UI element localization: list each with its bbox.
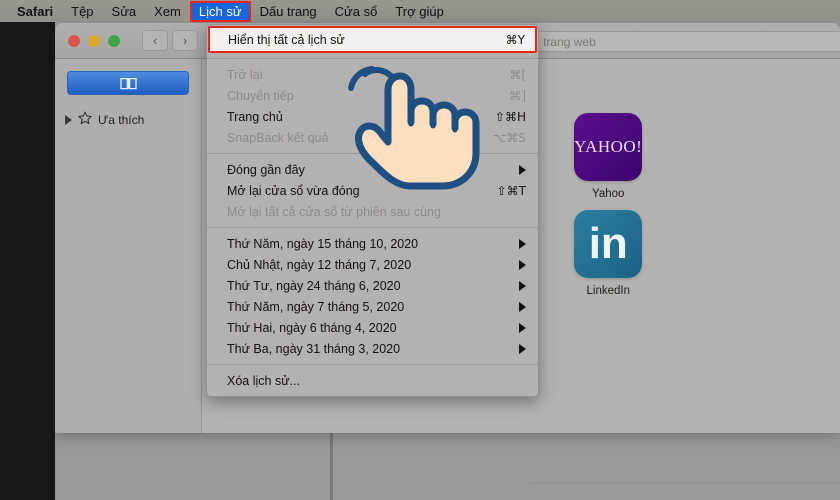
- chevron-right-icon: [65, 115, 72, 125]
- menu-separator: [207, 58, 538, 59]
- submenu-arrow-icon: [519, 323, 526, 333]
- menu-separator: [207, 227, 538, 228]
- menu-separator: [207, 364, 538, 365]
- back-arrow-icon[interactable]: ‹: [142, 30, 168, 51]
- menu-item-reopen-last-window[interactable]: Mở lại cửa sổ vừa đóng ⇧⌘T: [207, 180, 538, 201]
- menu-item-label: Đóng gần đây: [227, 163, 519, 177]
- menu-item-recently-closed[interactable]: Đóng gần đây: [207, 159, 538, 180]
- menu-item-shortcut: ⌘Y: [506, 33, 525, 47]
- menu-item-history-date-6[interactable]: Thứ Ba, ngày 31 tháng 3, 2020: [207, 338, 538, 359]
- menu-item-clear-history[interactable]: Xóa lịch sử...: [207, 370, 538, 391]
- linkedin-logo: in: [574, 210, 642, 278]
- menu-item-shortcut: ⇧⌘T: [497, 184, 526, 198]
- navigation-buttons: ‹ ›: [142, 30, 198, 51]
- menu-item-label: Chuyển tiếp: [227, 89, 509, 103]
- linkedin-wordmark: in: [589, 222, 628, 266]
- menubar-item-view[interactable]: Xem: [145, 2, 190, 21]
- menu-item-history-date-4[interactable]: Thứ Năm, ngày 7 tháng 5, 2020: [207, 296, 538, 317]
- favorite-item-linkedin[interactable]: in LinkedIn: [533, 210, 684, 297]
- history-dropdown-menu: Hiển thị tất cả lịch sử ⌘Y Trở lại ⌘[ Ch…: [206, 24, 539, 397]
- menubar-item-window[interactable]: Cửa sổ: [326, 2, 387, 21]
- sidebar-item-label: Ưa thích: [98, 113, 144, 127]
- minimize-button-icon[interactable]: [88, 35, 100, 47]
- safari-sidebar: Ưa thích: [55, 59, 202, 433]
- menu-item-forward[interactable]: Chuyển tiếp ⌘]: [207, 85, 538, 106]
- menubar-item-help[interactable]: Trợ giúp: [386, 2, 453, 21]
- menu-item-history-date-5[interactable]: Thứ Hai, ngày 6 tháng 4, 2020: [207, 317, 538, 338]
- menu-item-label: Trang chủ: [227, 110, 495, 124]
- zoom-button-icon[interactable]: [108, 35, 120, 47]
- menu-item-label: Chủ Nhật, ngày 12 tháng 7, 2020: [227, 258, 519, 272]
- desktop-left-dark-panel: [0, 22, 55, 500]
- menu-item-label: SnapBack kết quả: [227, 131, 493, 145]
- menu-item-label: Thứ Năm, ngày 15 tháng 10, 2020: [227, 237, 519, 251]
- submenu-arrow-icon: [519, 165, 526, 175]
- favorite-item-blank-1: [690, 113, 840, 200]
- screen-root: Safari Tệp Sửa Xem Lịch sử Dấu trang Cửa…: [0, 0, 840, 500]
- menu-item-home[interactable]: Trang chủ ⇧⌘H: [207, 106, 538, 127]
- forward-arrow-icon[interactable]: ›: [172, 30, 198, 51]
- submenu-arrow-icon: [519, 260, 526, 270]
- menu-item-shortcut: ⌘[: [509, 68, 526, 82]
- favorite-item-yahoo[interactable]: YAHOO! Yahoo: [533, 113, 684, 200]
- menu-item-label: Thứ Ba, ngày 31 tháng 3, 2020: [227, 342, 519, 356]
- menubar-item-bookmarks[interactable]: Dấu trang: [251, 2, 326, 21]
- submenu-arrow-icon: [519, 239, 526, 249]
- menu-item-label: Xóa lịch sử...: [227, 374, 526, 388]
- submenu-arrow-icon: [519, 344, 526, 354]
- menubar-item-file[interactable]: Tệp: [62, 2, 102, 21]
- menu-item-label: Trở lại: [227, 68, 509, 82]
- menu-item-shortcut: ⇧⌘H: [495, 110, 526, 124]
- menu-item-history-date-2[interactable]: Chủ Nhật, ngày 12 tháng 7, 2020: [207, 254, 538, 275]
- menubar-item-edit[interactable]: Sửa: [103, 2, 146, 21]
- menu-item-shortcut: ⌘]: [509, 89, 526, 103]
- book-icon[interactable]: [67, 71, 189, 95]
- desktop-horizon-line: [530, 482, 840, 484]
- menu-item-history-date-3[interactable]: Thứ Tư, ngày 24 tháng 6, 2020: [207, 275, 538, 296]
- window-traffic-lights: [68, 35, 120, 47]
- menu-item-history-date-1[interactable]: Thứ Năm, ngày 15 tháng 10, 2020: [207, 233, 538, 254]
- macos-menu-bar: Safari Tệp Sửa Xem Lịch sử Dấu trang Cửa…: [0, 0, 840, 22]
- menu-item-show-all-history[interactable]: Hiển thị tất cả lịch sử ⌘Y: [208, 26, 537, 53]
- menu-item-label: Thứ Năm, ngày 7 tháng 5, 2020: [227, 300, 519, 314]
- favorite-label: LinkedIn: [587, 285, 630, 297]
- menu-item-shortcut: ⌥⌘S: [493, 131, 526, 145]
- menu-item-back[interactable]: Trở lại ⌘[: [207, 64, 538, 85]
- desktop-seam: [330, 430, 333, 500]
- submenu-arrow-icon: [519, 302, 526, 312]
- menu-item-label: Thứ Tư, ngày 24 tháng 6, 2020: [227, 279, 519, 293]
- menu-item-label: Mở lại tất cả cửa sổ từ phiên sau cùng: [227, 205, 526, 219]
- menubar-item-safari[interactable]: Safari: [8, 2, 62, 21]
- yahoo-wordmark: YAHOO!: [574, 137, 642, 157]
- star-icon: [78, 111, 92, 128]
- menu-item-reopen-all-windows[interactable]: Mở lại tất cả cửa sổ từ phiên sau cùng: [207, 201, 538, 222]
- favorite-item-blank-2: [690, 210, 840, 297]
- menubar-item-history[interactable]: Lịch sử: [190, 1, 251, 22]
- menu-item-snapback[interactable]: SnapBack kết quả ⌥⌘S: [207, 127, 538, 148]
- menu-item-label: Hiển thị tất cả lịch sử: [228, 33, 506, 47]
- submenu-arrow-icon: [519, 281, 526, 291]
- close-button-icon[interactable]: [68, 35, 80, 47]
- sidebar-item-favorites[interactable]: Ưa thích: [65, 111, 201, 128]
- menu-item-label: Thứ Hai, ngày 6 tháng 4, 2020: [227, 321, 519, 335]
- favorite-label: Yahoo: [592, 188, 624, 200]
- menu-item-label: Mở lại cửa sổ vừa đóng: [227, 184, 497, 198]
- yahoo-logo: YAHOO!: [574, 113, 642, 181]
- menu-separator: [207, 153, 538, 154]
